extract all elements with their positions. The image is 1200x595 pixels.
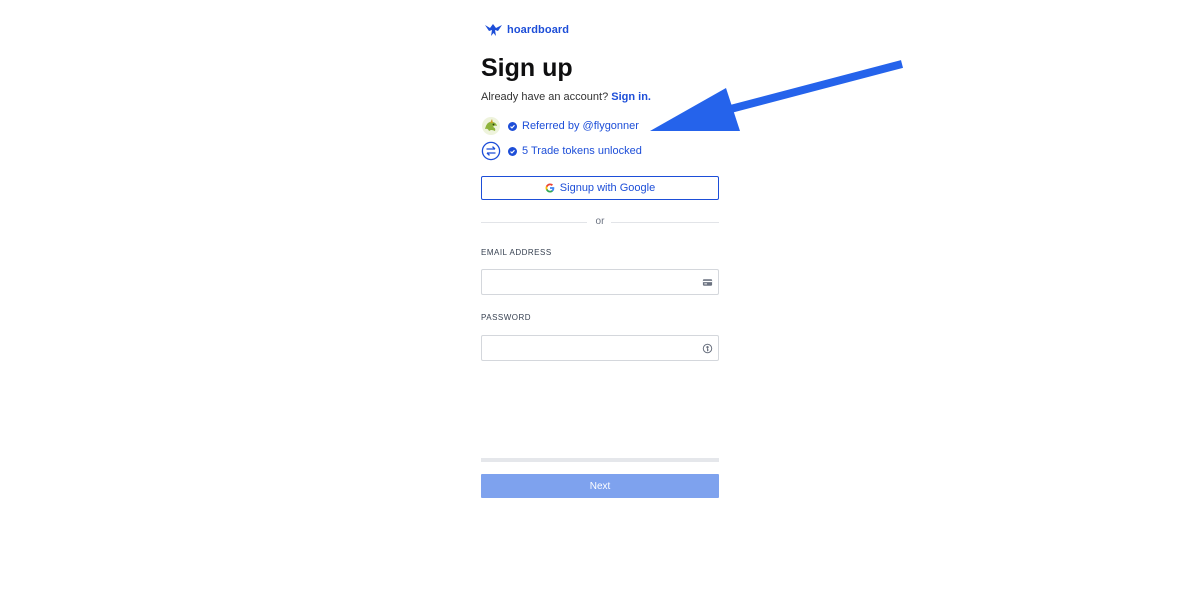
divider-text: or <box>595 216 605 227</box>
brand-name: hoardboard <box>507 24 570 36</box>
perk-tokens: 5 Trade tokens unlocked <box>481 141 642 161</box>
signup-progress-bar <box>481 458 719 462</box>
password-field-wrapper <box>481 335 719 361</box>
perk-referral-text: Referred by @flygonner <box>522 120 639 132</box>
signin-prompt: Already have an account? Sign in. <box>481 91 651 103</box>
google-signup-button[interactable]: Signup with Google <box>481 176 719 200</box>
perk-referral: Referred by @flygonner <box>481 116 639 136</box>
google-icon <box>545 183 555 193</box>
email-label: EMAIL ADDRESS <box>481 248 552 257</box>
dragon-avatar-icon <box>482 117 500 135</box>
next-button-label: Next <box>589 480 611 492</box>
next-button[interactable]: Next <box>481 474 719 498</box>
brand-logo[interactable]: hoardboard <box>484 22 569 38</box>
email-field-wrapper <box>481 269 719 295</box>
perk-tokens-text: 5 Trade tokens unlocked <box>522 145 642 157</box>
or-divider: or <box>481 215 719 229</box>
key-icon[interactable] <box>702 343 713 354</box>
password-label: PASSWORD <box>481 313 532 322</box>
signin-prompt-text: Already have an account? <box>481 91 609 103</box>
google-signup-label: Signup with Google <box>559 182 656 194</box>
signin-link[interactable]: Sign in. <box>611 91 651 103</box>
trade-exchange-icon <box>481 141 501 161</box>
hoardboard-logo-icon <box>485 24 502 36</box>
page-title: Sign up <box>481 54 573 82</box>
password-field[interactable] <box>482 336 718 360</box>
annotation-arrow <box>650 60 904 131</box>
email-field[interactable] <box>482 270 718 294</box>
verified-check-icon <box>508 121 517 131</box>
verified-check-icon <box>508 146 517 156</box>
card-icon[interactable] <box>702 277 713 288</box>
